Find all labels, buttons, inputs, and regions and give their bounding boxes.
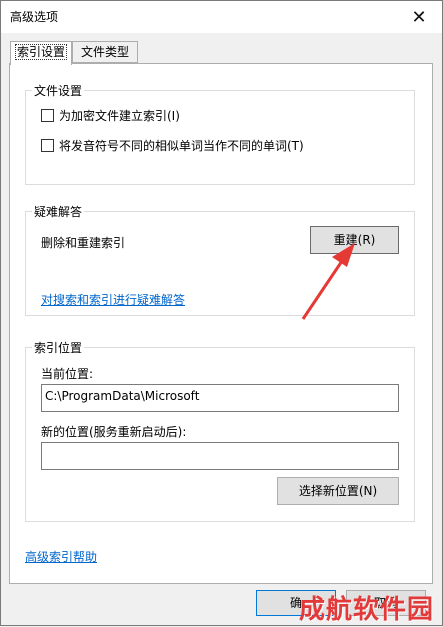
tab-index-settings[interactable]: 索引设置 xyxy=(10,41,72,65)
annotation-arrow-icon xyxy=(301,243,355,320)
watermark: 成航软件园 xyxy=(299,595,435,625)
tab-label: 索引设置 xyxy=(14,44,67,60)
advanced-options-dialog: 高级选项 ✕ 索引设置 文件类型 文件设置 为加密文件建立索引(I) 将发音符号… xyxy=(0,0,443,626)
